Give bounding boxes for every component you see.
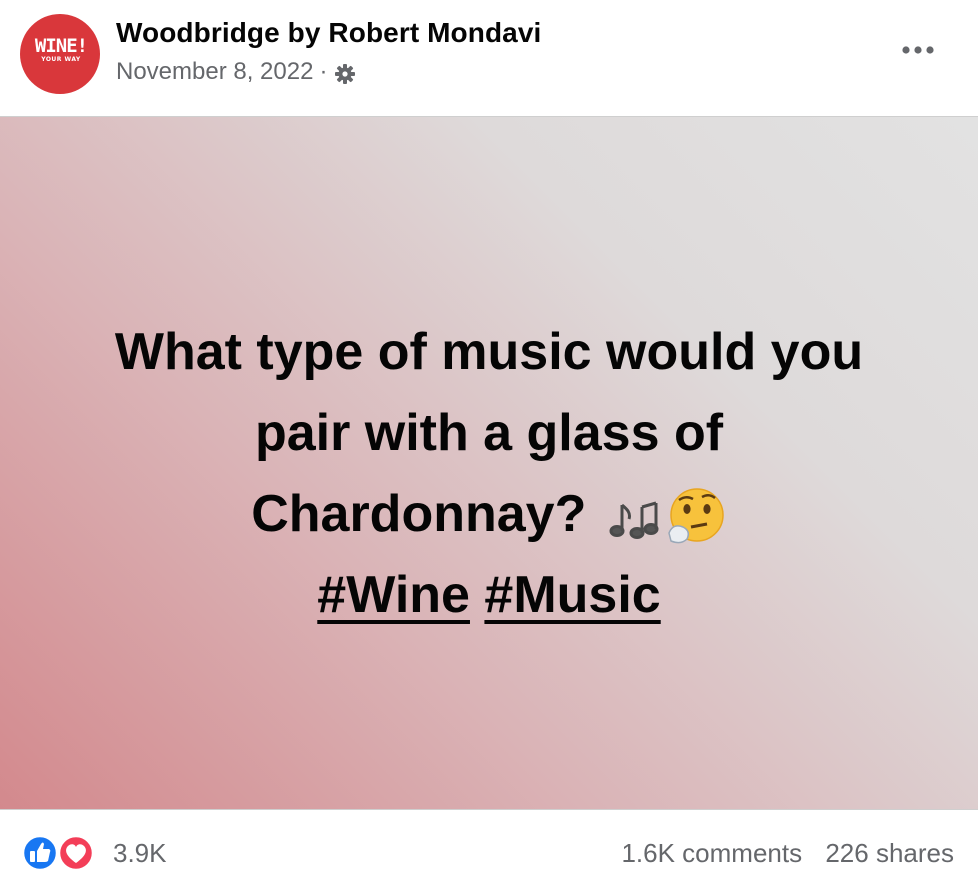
post-footer: 3.9K 1.6K comments 226 shares (0, 810, 978, 880)
post-text-line: Chardonnay? (40, 474, 938, 555)
reaction-count[interactable]: 3.9K (113, 838, 167, 869)
thinking-face-emoji (668, 488, 724, 544)
comments-count-link[interactable]: 1.6K comments (621, 838, 802, 868)
music-thinking-emoji-group (609, 488, 724, 544)
gear-icon[interactable] (333, 62, 357, 86)
page-avatar[interactable]: WINE! YOUR WAY (20, 14, 100, 94)
hashtag-wine-link[interactable]: #Wine (317, 566, 470, 624)
post-text-line: What type of music would you (114, 323, 864, 381)
logo-subtext: YOUR WAY (41, 56, 81, 63)
post-date[interactable]: November 8, 2022 (116, 58, 313, 86)
logo-text: WINE! (34, 35, 88, 57)
page-name-link[interactable]: Woodbridge by Robert Mondavi (116, 17, 541, 49)
more-options-icon[interactable] (900, 40, 940, 60)
post-meta: November 8, 2022 · (116, 58, 357, 86)
reactions-summary[interactable] (20, 834, 100, 874)
like-icon (21, 834, 59, 872)
post-background: What type of music would you pair with a… (0, 116, 978, 810)
meta-separator: · (319, 58, 328, 85)
musical-notes-emoji (609, 501, 659, 540)
post-text-chardonnay: Chardonnay? (251, 485, 587, 543)
love-icon (57, 834, 95, 872)
post-card: WINE! YOUR WAY Woodbridge by Robert Mond… (0, 0, 978, 880)
hashtags-line: #Wine #Music (40, 555, 938, 636)
post-text: What type of music would you pair with a… (40, 312, 938, 636)
shares-count-link[interactable]: 226 shares (825, 838, 954, 868)
hashtag-music-link[interactable]: #Music (484, 566, 660, 624)
post-text-line: pair with a glass of (254, 404, 724, 462)
wine-your-way-logo: WINE! YOUR WAY (29, 36, 93, 64)
post-header: WINE! YOUR WAY Woodbridge by Robert Mond… (0, 0, 978, 116)
post-stats: 1.6K comments 226 shares (621, 838, 954, 869)
